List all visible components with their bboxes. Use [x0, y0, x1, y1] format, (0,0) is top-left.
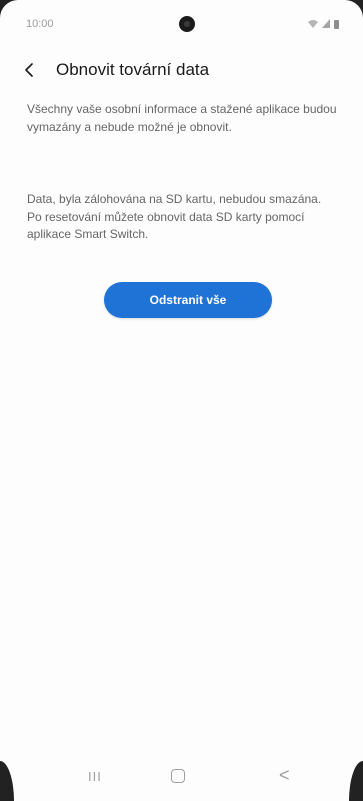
nav-back-button[interactable]: <	[279, 765, 290, 786]
battery-icon	[334, 20, 339, 29]
app-bar: Obnovit tovární data	[24, 58, 343, 82]
status-bar: 10:00	[26, 16, 339, 38]
status-time: 10:00	[26, 18, 54, 30]
info-paragraph: Data, byla zálohována na SD kartu, nebud…	[27, 192, 322, 241]
delete-all-button[interactable]: Odstranit vše	[104, 282, 272, 318]
back-button[interactable]	[24, 59, 42, 81]
recents-button[interactable]: III	[88, 769, 102, 784]
navigation-bar: III <	[0, 757, 363, 801]
cell-signal-icon	[322, 19, 330, 30]
home-button[interactable]	[171, 769, 185, 783]
front-camera	[179, 16, 195, 32]
screen: 10:00 Obnovit tovární data Všechny vaše …	[0, 0, 363, 801]
status-icons	[308, 19, 339, 30]
wifi-signal-icon	[308, 19, 318, 30]
info-paragraph: Všechny vaše osobní informace a stažené …	[27, 102, 337, 134]
chevron-left-icon	[25, 63, 33, 77]
page-title: Obnovit tovární data	[56, 60, 210, 79]
